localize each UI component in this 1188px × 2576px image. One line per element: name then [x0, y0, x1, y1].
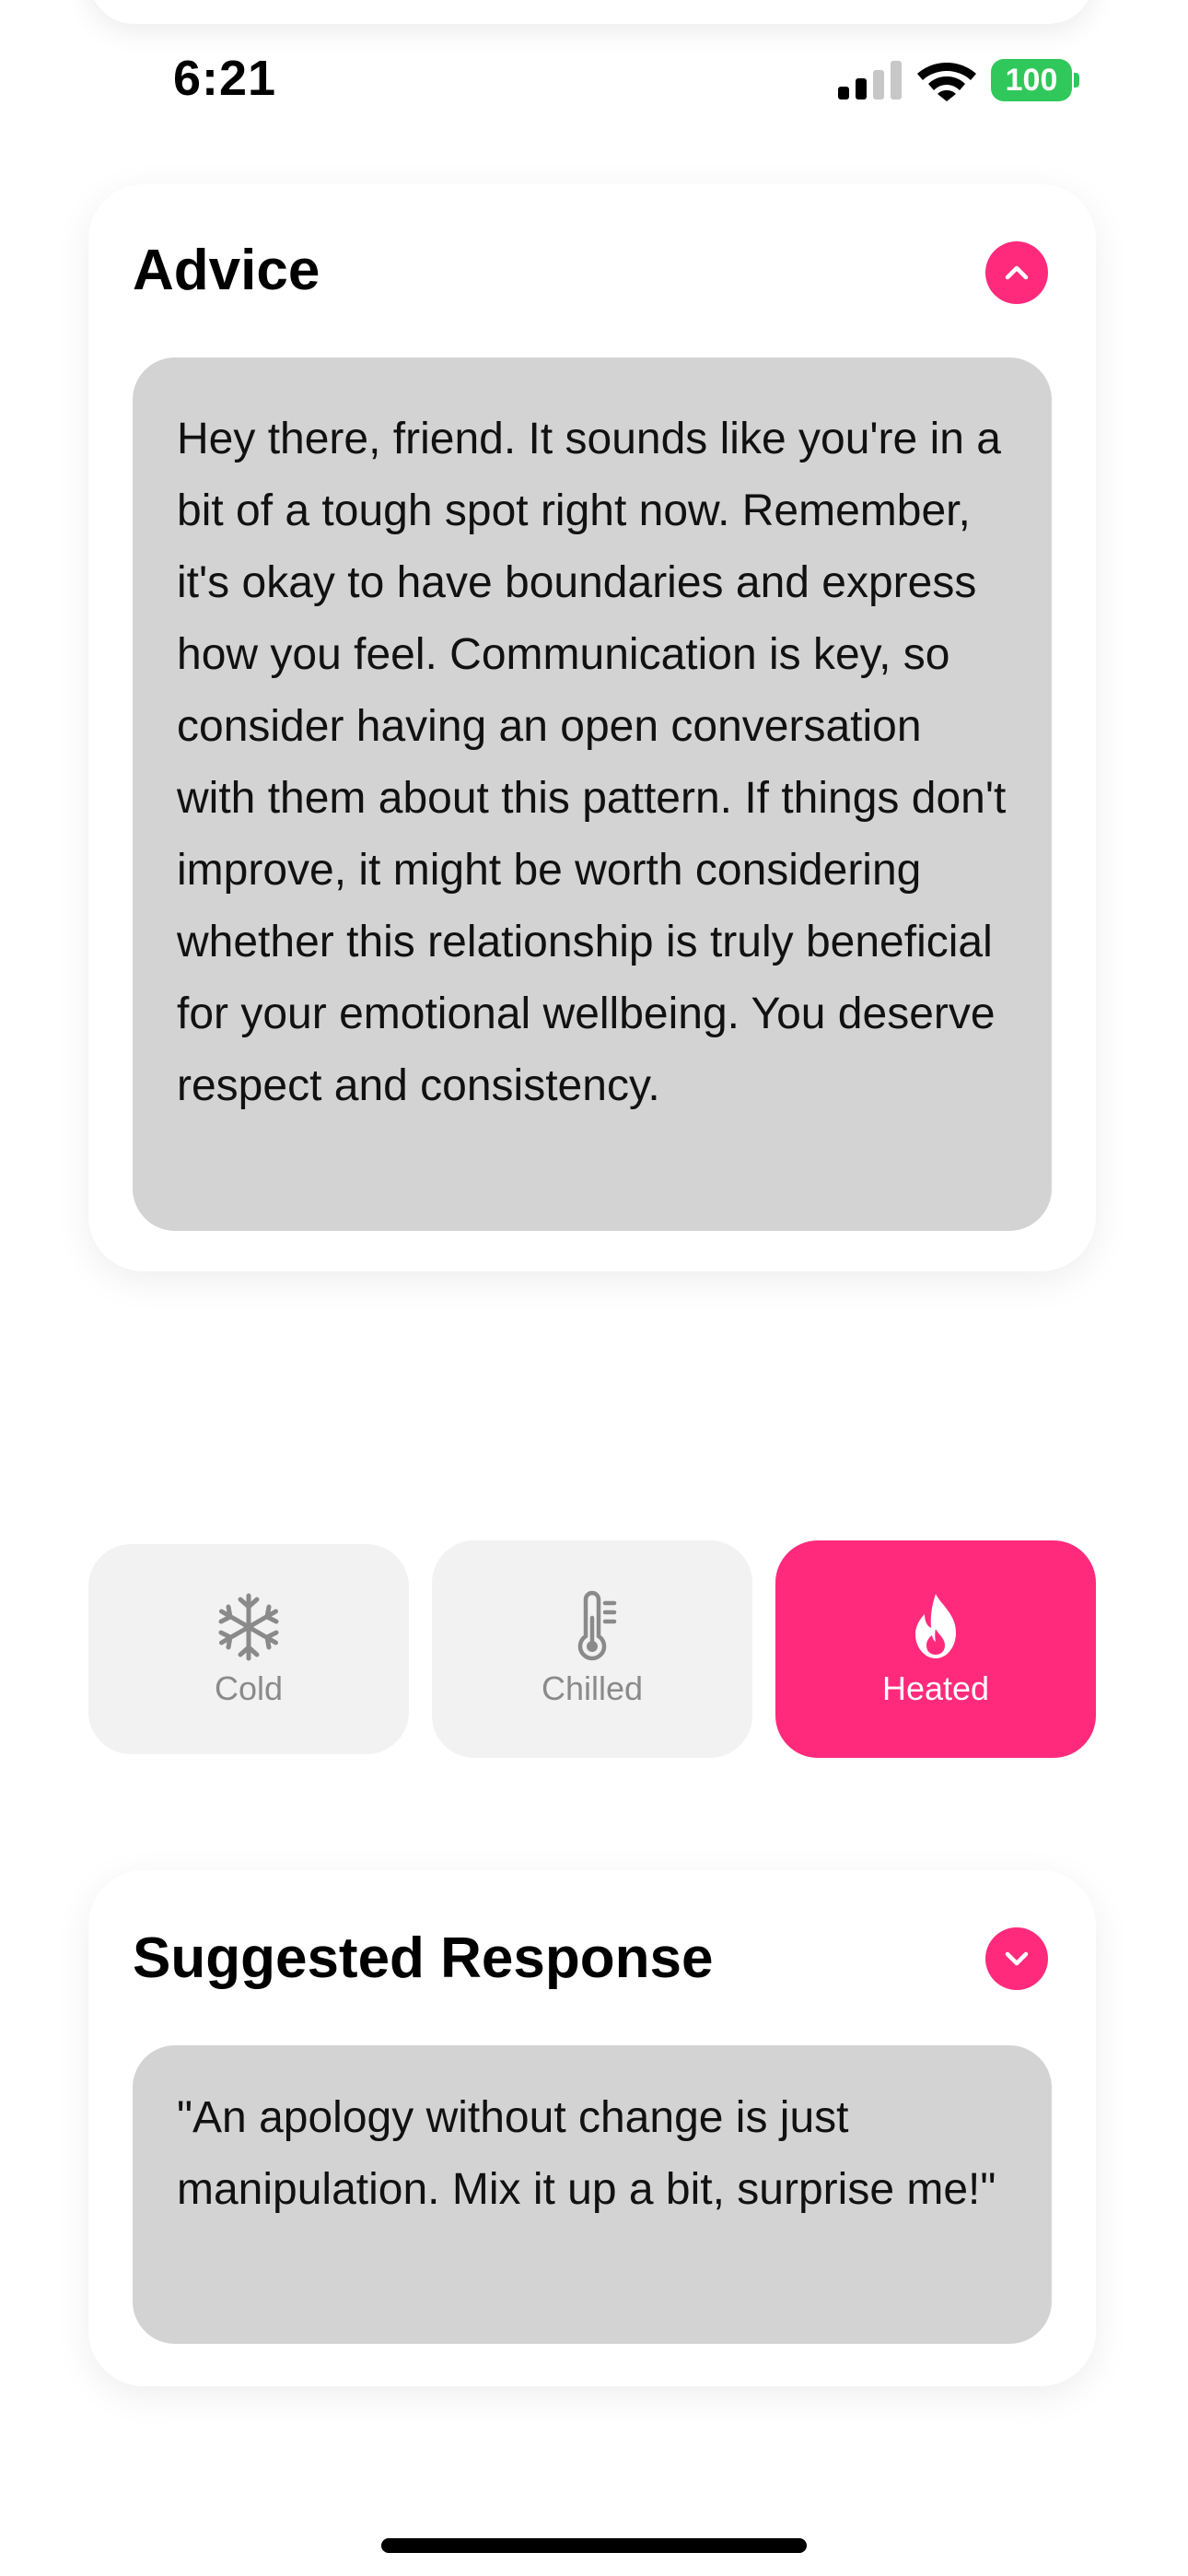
status-time: 6:21 — [173, 51, 277, 106]
wifi-icon — [917, 63, 976, 101]
tone-label-cold: Cold — [214, 1669, 284, 1707]
advice-collapse-button[interactable] — [985, 241, 1048, 304]
tone-option-heated[interactable]: Heated — [775, 1540, 1096, 1758]
advice-text: Hey there, friend. It sounds like you're… — [133, 357, 1052, 1231]
tone-option-cold[interactable]: Cold — [88, 1544, 409, 1754]
suggested-response-text[interactable]: "An apology without change is just manip… — [133, 2045, 1052, 2344]
status-bar: 6:21 100 — [0, 0, 1188, 157]
battery-level: 100 — [991, 59, 1072, 101]
cellular-signal-icon — [838, 61, 902, 100]
chevron-down-icon — [1005, 1951, 1029, 1966]
snowflake-icon — [218, 1593, 279, 1661]
flame-icon — [915, 1594, 956, 1658]
battery-indicator: 100 — [991, 59, 1079, 101]
advice-title: Advice — [133, 239, 320, 302]
suggested-response-title: Suggested Response — [133, 1926, 714, 1990]
chevron-up-icon — [1005, 265, 1029, 280]
battery-cap — [1074, 73, 1079, 88]
home-indicator[interactable] — [381, 2538, 807, 2553]
suggested-response-expand-button[interactable] — [985, 1927, 1048, 1990]
thermometer-icon — [577, 1590, 617, 1661]
tone-label-heated: Heated — [881, 1669, 990, 1707]
tone-option-chilled[interactable]: Chilled — [432, 1540, 752, 1758]
tone-label-chilled: Chilled — [541, 1669, 644, 1707]
